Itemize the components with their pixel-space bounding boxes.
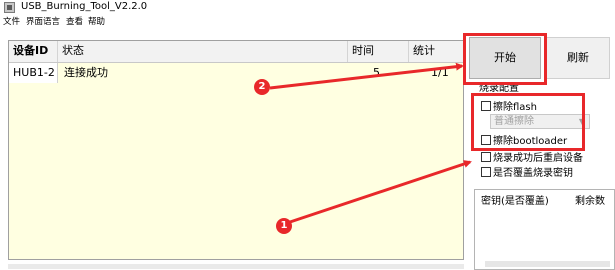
menu-help[interactable]: 帮助 xyxy=(88,15,105,27)
reboot-after-checkbox[interactable] xyxy=(481,152,491,162)
table-header: 设备ID 状态 时间 统计 xyxy=(9,41,463,63)
key-list[interactable]: 密钥(是否覆盖) 剩余数 xyxy=(474,189,615,270)
overwrite-key-checkbox[interactable] xyxy=(481,167,491,177)
highlight-box-options xyxy=(471,93,585,151)
key-list-header-key[interactable]: 密钥(是否覆盖) xyxy=(481,192,549,207)
step-badge-2: 2 xyxy=(254,79,270,95)
key-list-scrollbar[interactable] xyxy=(485,261,610,267)
column-header-device-id[interactable]: 设备ID xyxy=(9,41,58,62)
column-header-time[interactable]: 时间 xyxy=(348,41,409,62)
app-icon xyxy=(4,2,15,13)
step-badge-1: 1 xyxy=(276,218,292,234)
key-list-header-remaining[interactable]: 剩余数 xyxy=(575,192,605,207)
cell-count: 1/1 xyxy=(431,66,449,79)
cell-device-id: HUB1-2 xyxy=(9,63,58,83)
device-table[interactable]: 设备ID 状态 时间 统计 HUB1-2 连接成功 5 1/1 xyxy=(8,40,464,260)
menu-file[interactable]: 文件 xyxy=(3,15,20,27)
window-title: USB_Burning_Tool_V2.2.0 xyxy=(21,1,148,12)
refresh-button[interactable]: 刷新 xyxy=(546,37,610,79)
highlight-box-start xyxy=(463,33,547,85)
table-scrollbar[interactable] xyxy=(8,264,464,269)
overwrite-key-label: 是否覆盖烧录密钥 xyxy=(493,168,573,179)
column-header-status[interactable]: 状态 xyxy=(58,41,348,62)
cell-time: 5 xyxy=(373,66,380,79)
column-header-count[interactable]: 统计 xyxy=(409,41,463,62)
menu-view[interactable]: 查看 xyxy=(66,15,83,27)
reboot-after-label: 烧录成功后重启设备 xyxy=(493,153,583,164)
cell-status: 连接成功 xyxy=(64,66,108,79)
menu-language[interactable]: 界面语言 xyxy=(26,15,60,27)
table-row[interactable]: HUB1-2 连接成功 5 1/1 xyxy=(9,63,463,83)
overwrite-key-option[interactable]: 是否覆盖烧录密钥 xyxy=(481,164,573,179)
